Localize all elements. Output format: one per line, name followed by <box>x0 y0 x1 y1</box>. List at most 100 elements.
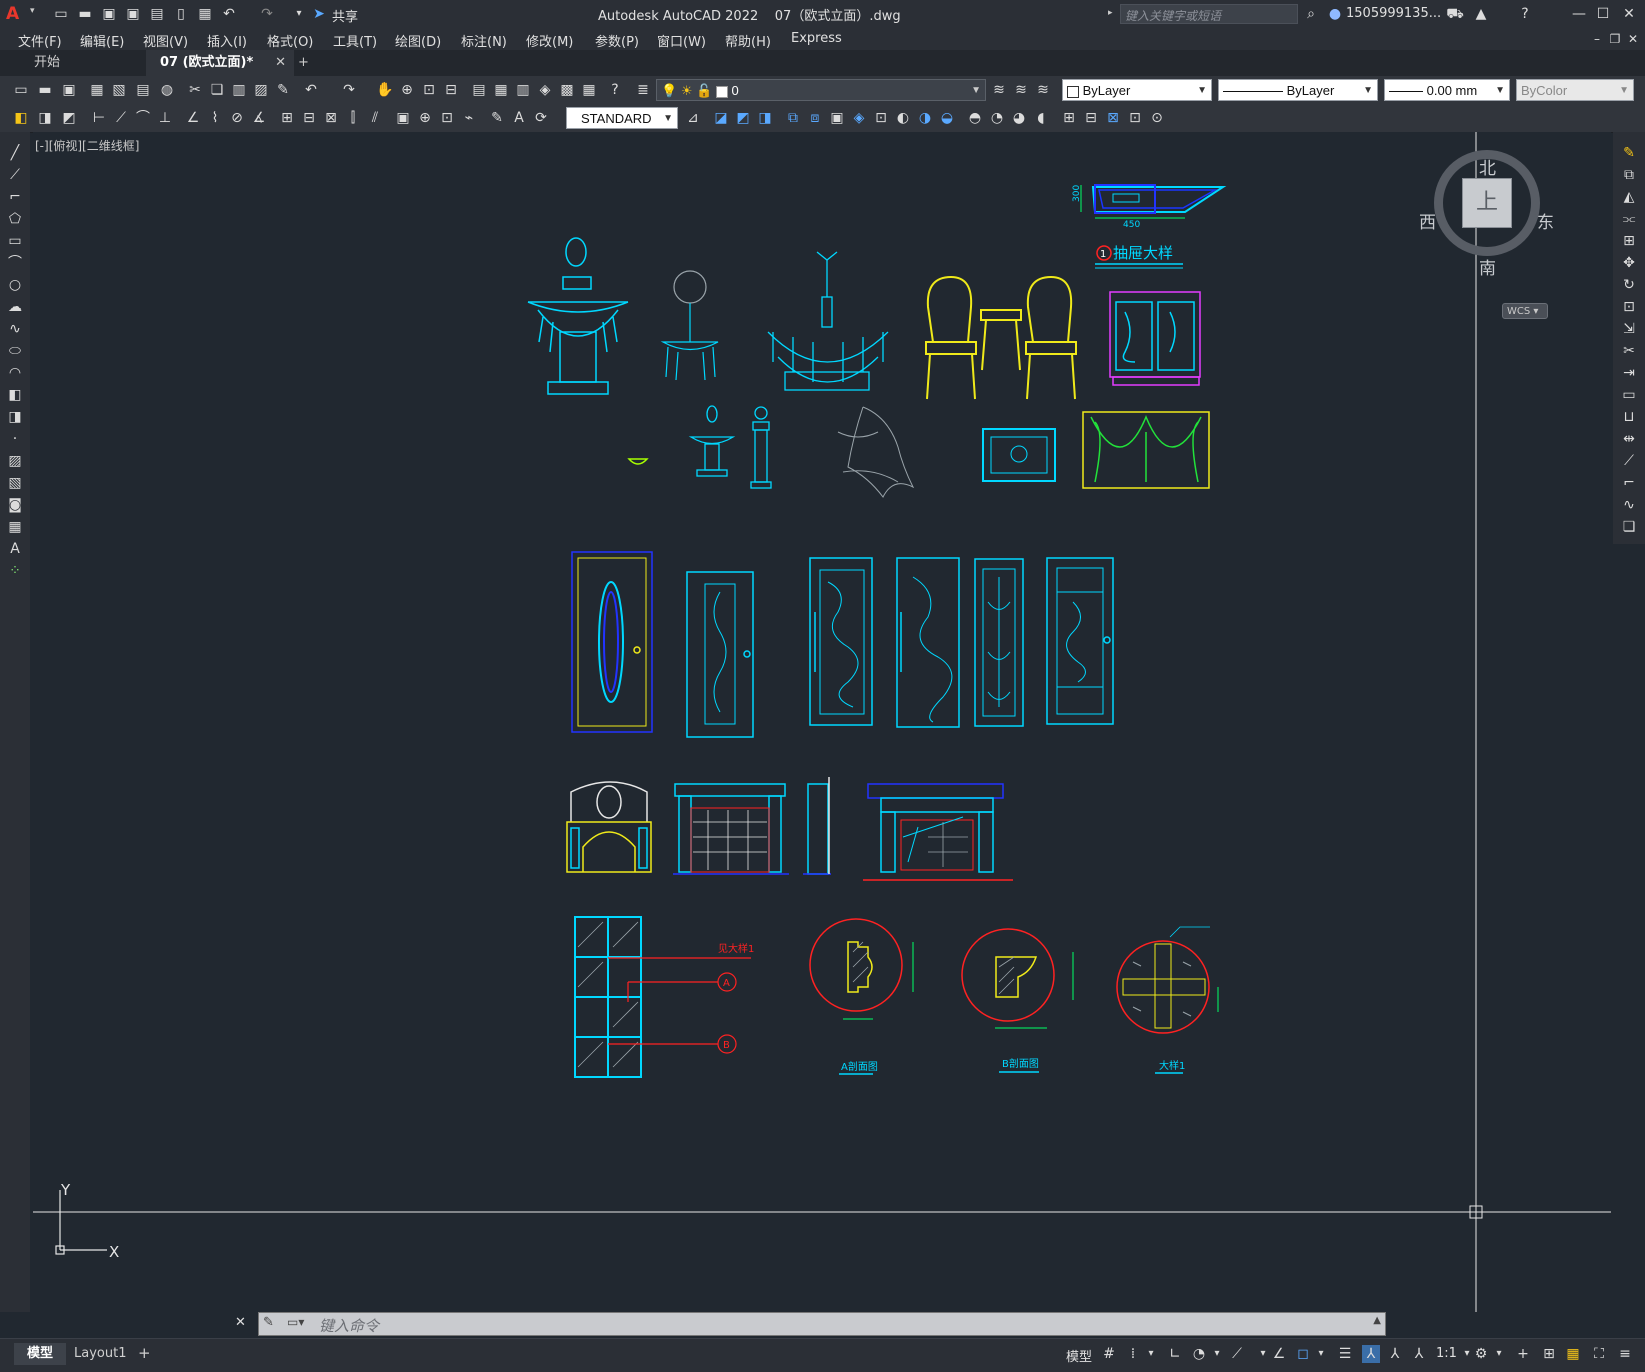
draworder-back-icon[interactable]: ◩ <box>734 109 752 127</box>
arc-length-icon[interactable]: ⌒ <box>134 109 152 127</box>
menu-modify[interactable]: 修改(M) <box>526 31 573 50</box>
layer-previous-icon[interactable]: ≋ <box>1034 81 1052 99</box>
erase-icon[interactable]: ✎ <box>1620 144 1638 162</box>
hatch-icon[interactable]: ▨ <box>6 452 24 470</box>
menu-insert[interactable]: 插入(I) <box>207 31 247 50</box>
draworder-above-icon[interactable]: ◨ <box>756 109 774 127</box>
save-icon[interactable]: ▣ <box>100 5 118 23</box>
tool-palettes-icon[interactable]: ▥ <box>514 81 532 99</box>
search-expand-icon[interactable]: ▸ <box>1108 8 1113 18</box>
dim-style-manager-icon[interactable]: ⊿ <box>684 109 702 127</box>
viewcube[interactable]: 上 北 南 东 西 <box>1419 144 1559 279</box>
arc-icon[interactable]: ⌒ <box>6 254 24 272</box>
tab-start[interactable]: 开始 <box>20 50 158 76</box>
copy-modify-icon[interactable]: ⧉ <box>1620 166 1638 184</box>
zoom-window-icon[interactable]: ⊡ <box>420 81 438 99</box>
group-bounding-icon[interactable]: ⊡ <box>872 109 890 127</box>
rectangle-icon[interactable]: ▭ <box>6 232 24 250</box>
xbind-icon[interactable]: ⊠ <box>1104 109 1122 127</box>
polygon-icon[interactable]: ⬠ <box>6 210 24 228</box>
explode-icon[interactable]: ❏ <box>1620 518 1638 536</box>
diameter-dim-icon[interactable]: ⊘ <box>228 109 246 127</box>
doc-minimize-icon[interactable]: – <box>1588 30 1606 48</box>
share-label[interactable]: 共享 <box>332 6 358 25</box>
tab-new-button[interactable]: + <box>284 50 323 76</box>
3d-print-icon[interactable]: ◍ <box>158 81 176 99</box>
menu-dimension[interactable]: 标注(N) <box>461 31 507 50</box>
menu-window[interactable]: 窗口(W) <box>657 31 706 50</box>
help-icon[interactable]: ? <box>1516 5 1534 23</box>
undo-icon[interactable]: ↶ <box>220 5 238 23</box>
isodraft-icon[interactable]: ⟋ <box>1228 1345 1246 1363</box>
menu-draw[interactable]: 绘图(D) <box>395 31 441 50</box>
menu-parametric[interactable]: 参数(P) <box>595 31 639 50</box>
new-file-icon[interactable]: ▭ <box>52 5 70 23</box>
jogged-dim-icon[interactable]: ⌇ <box>206 109 224 127</box>
doc-close-icon[interactable]: ✕ <box>1624 30 1642 48</box>
close-icon[interactable]: ✕ <box>1620 5 1638 23</box>
web-mobile-icon[interactable]: ▯ <box>172 5 190 23</box>
customization-menu-icon[interactable]: ≡ <box>1616 1345 1634 1363</box>
auto-scale-icon[interactable]: ⅄ <box>1386 1345 1404 1363</box>
trim-icon[interactable]: ✂ <box>1620 342 1638 360</box>
insert-block-side-icon[interactable]: ◧ <box>6 386 24 404</box>
snap-icon[interactable]: ⁞ <box>1124 1345 1142 1363</box>
command-close-icon[interactable]: ✕ <box>235 1315 246 1330</box>
scale-icon[interactable]: ⊡ <box>1620 298 1638 316</box>
object-snap-tracking-icon[interactable]: ∠ <box>1270 1345 1288 1363</box>
menu-format[interactable]: 格式(O) <box>267 31 313 50</box>
viewcube-face-top[interactable]: 上 <box>1462 178 1512 228</box>
minimize-icon[interactable]: — <box>1570 5 1588 23</box>
sheet-set-icon[interactable]: ◈ <box>536 81 554 99</box>
make-block-side-icon[interactable]: ◨ <box>6 408 24 426</box>
linear-dim-icon[interactable]: ⊢ <box>90 109 108 127</box>
customize-qat-icon[interactable]: ▾ <box>290 5 308 23</box>
zoom-realtime-icon[interactable]: ⊕ <box>398 81 416 99</box>
angular-dim-icon[interactable]: ∡ <box>250 109 268 127</box>
circle-icon[interactable]: ○ <box>6 276 24 294</box>
quick-dim-icon[interactable]: ⊞ <box>278 109 296 127</box>
autodesk-a360-icon[interactable]: ▲ <box>1472 5 1490 23</box>
layer-properties-icon[interactable]: ≣ <box>634 81 652 99</box>
cart-icon[interactable]: ⛟ <box>1446 5 1464 23</box>
properties-icon[interactable]: ▤ <box>470 81 488 99</box>
undo-toolbar-icon[interactable]: ↶ <box>302 81 320 99</box>
ungroup-icon[interactable]: ⧈ <box>806 109 824 127</box>
make-current-layer-icon[interactable]: ≋ <box>990 81 1008 99</box>
publish-toolbar-icon[interactable]: ▤ <box>134 81 152 99</box>
annotation-monitor-icon[interactable]: + <box>1514 1345 1532 1363</box>
group-select-icon[interactable]: ◈ <box>850 109 868 127</box>
search-input[interactable]: 键入关键字或短语 <box>1120 4 1298 24</box>
radius-dim-icon[interactable]: ∠ <box>184 109 202 127</box>
plot-icon[interactable]: ▦ <box>88 81 106 99</box>
clip-icon[interactable]: ⊟ <box>1082 109 1100 127</box>
plotstyle-dropdown[interactable]: ByColor ▼ <box>1516 79 1634 101</box>
layout-tab-model[interactable]: 模型 <box>14 1343 66 1365</box>
user-name[interactable]: 1505999135... <box>1346 6 1441 21</box>
cut-icon[interactable]: ✂ <box>186 81 204 99</box>
add-selected-icon[interactable]: ⁘ <box>6 562 24 580</box>
qnew-icon[interactable]: ▭ <box>12 81 30 99</box>
insert-block-icon[interactable]: ◧ <box>12 109 30 127</box>
array-icon[interactable]: ⊞ <box>1620 232 1638 250</box>
clean-screen-icon[interactable]: ⛶ <box>1590 1345 1608 1363</box>
model-space-toggle[interactable]: 模型 <box>1066 1346 1092 1365</box>
block-editor-icon[interactable]: ✎ <box>274 81 292 99</box>
command-customize-icon[interactable]: ✎ <box>263 1315 274 1330</box>
dim-edit-icon[interactable]: ✎ <box>488 109 506 127</box>
hide-objects-icon[interactable]: ◑ <box>916 109 934 127</box>
dim-break-icon[interactable]: ⫽ <box>366 109 384 127</box>
spline-icon[interactable]: ∿ <box>6 320 24 338</box>
xref-attach-icon[interactable]: ⊞ <box>1060 109 1078 127</box>
viewcube-south[interactable]: 南 <box>1479 254 1496 279</box>
polyline-icon[interactable]: ⌐ <box>6 188 24 206</box>
ordinate-dim-icon[interactable]: ⊥ <box>156 109 174 127</box>
blend-curves-icon[interactable]: ∿ <box>1620 496 1638 514</box>
dim-update-icon[interactable]: ⟳ <box>532 109 550 127</box>
jogged-linear-icon[interactable]: ⌁ <box>460 109 478 127</box>
print-icon[interactable]: ▦ <box>196 5 214 23</box>
autocad-logo-icon[interactable]: A <box>6 4 28 24</box>
ellipse-icon[interactable]: ⬭ <box>6 342 24 360</box>
continue-dim-icon[interactable]: ⊠ <box>322 109 340 127</box>
help-toolbar-icon[interactable]: ? <box>606 81 624 99</box>
